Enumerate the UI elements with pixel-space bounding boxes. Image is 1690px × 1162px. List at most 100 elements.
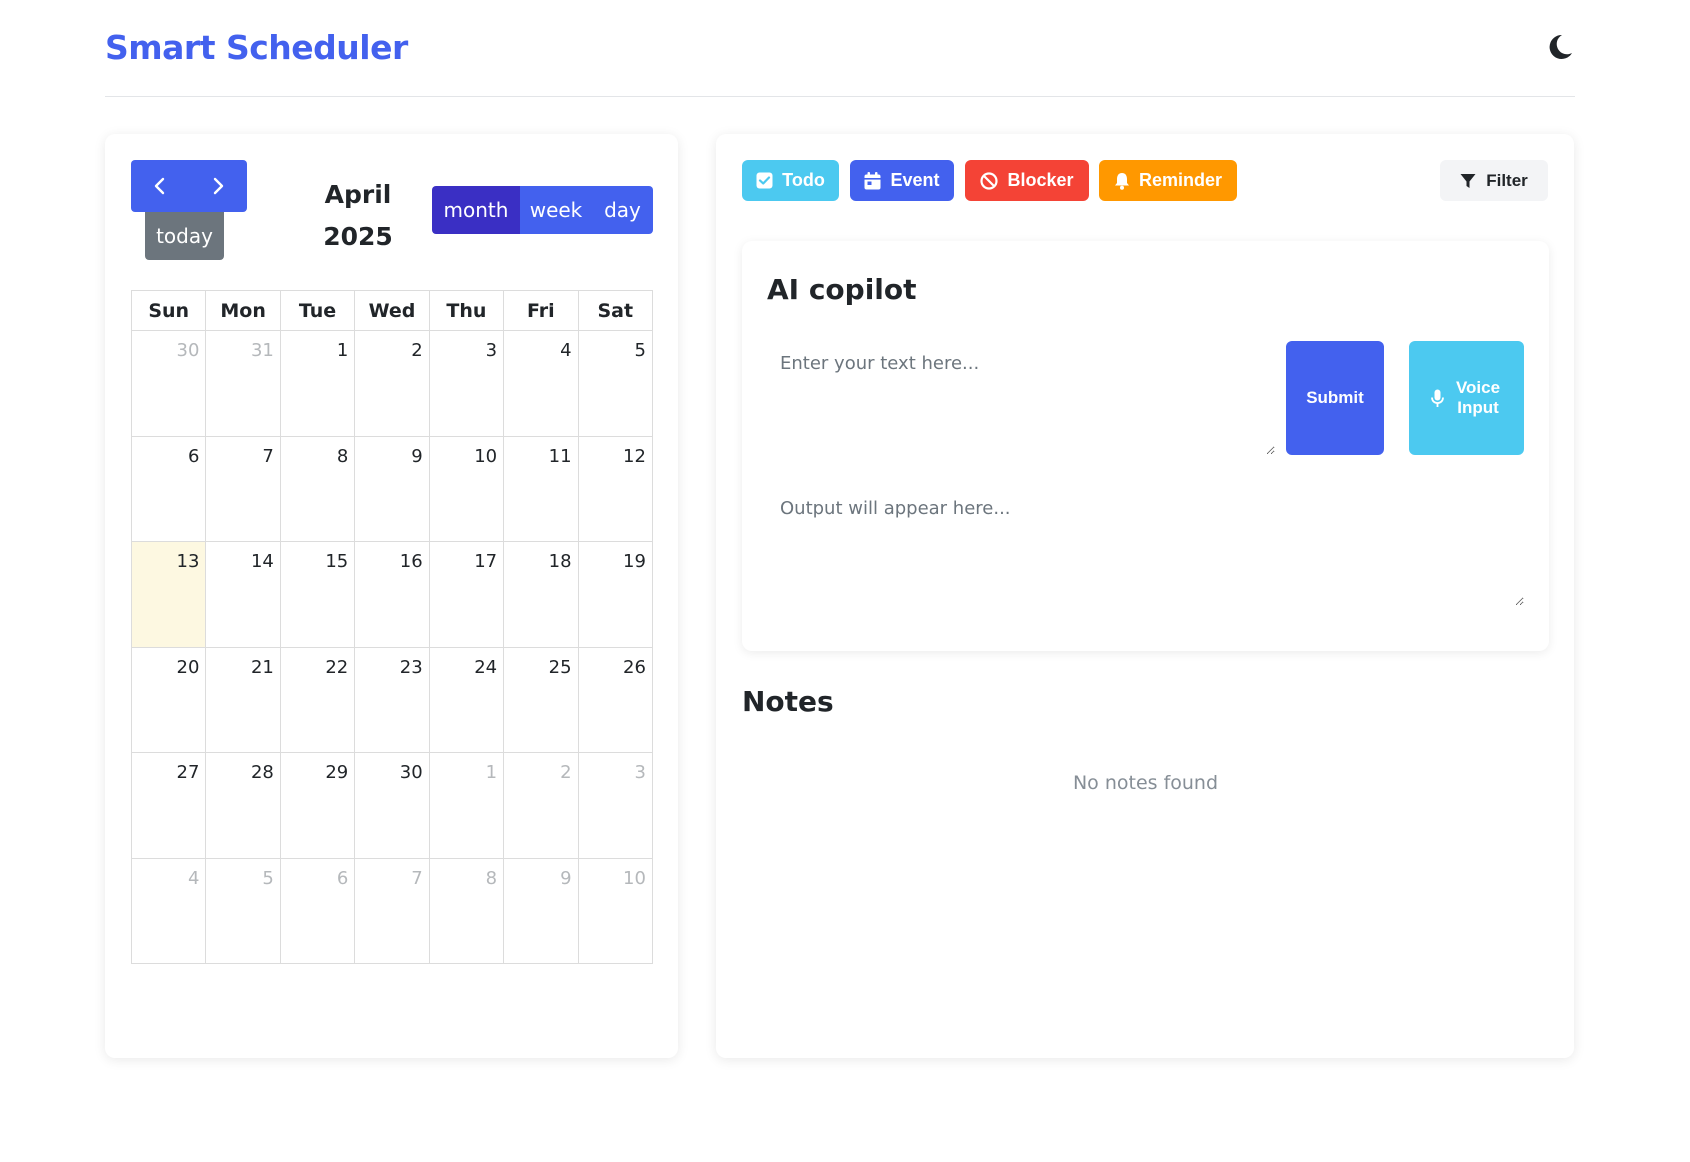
todo-button[interactable]: Todo <box>742 160 839 201</box>
prev-month-button[interactable] <box>131 160 189 212</box>
calendar-title-year: 2025 <box>323 222 393 251</box>
calendar-panel: today April 2025 month week day Sun Mon … <box>105 134 678 1058</box>
day-cell[interactable]: 14 <box>206 542 281 648</box>
day-cell[interactable]: 20 <box>132 647 207 753</box>
view-day-button[interactable]: day <box>592 186 653 234</box>
day-cell[interactable]: 6 <box>280 858 356 964</box>
view-month-button[interactable]: month <box>432 186 520 234</box>
day-cell[interactable]: 1 <box>429 753 505 859</box>
voice-input-button[interactable]: Voice Input <box>1409 341 1524 455</box>
filter-icon <box>1460 173 1476 188</box>
day-cell[interactable]: 30 <box>132 331 207 437</box>
day-cell[interactable]: 12 <box>578 436 653 542</box>
week-row: 27 28 29 30 1 2 3 <box>132 753 653 859</box>
day-cell[interactable]: 2 <box>355 331 430 437</box>
day-cell[interactable]: 2 <box>504 753 579 859</box>
day-number: 13 <box>176 551 200 572</box>
day-cell[interactable]: 8 <box>280 436 356 542</box>
day-cell[interactable]: 22 <box>280 647 356 753</box>
day-number: 10 <box>623 867 646 889</box>
chevron-left-icon <box>154 177 165 195</box>
day-number: 24 <box>474 656 498 678</box>
day-number: 8 <box>485 867 498 889</box>
day-cell[interactable]: 5 <box>206 858 281 964</box>
day-number: 4 <box>187 867 200 889</box>
weekday-header: Sat <box>578 291 653 331</box>
view-week-button[interactable]: week <box>520 186 592 234</box>
chevron-right-icon <box>213 177 224 195</box>
next-month-button[interactable] <box>189 160 247 212</box>
day-cell[interactable]: 9 <box>355 436 430 542</box>
day-cell[interactable]: 16 <box>355 542 430 648</box>
day-cell[interactable]: 3 <box>578 753 653 859</box>
day-cell-today[interactable]: 13 <box>132 542 207 648</box>
day-cell[interactable]: 17 <box>429 542 505 648</box>
day-cell[interactable]: 23 <box>355 647 430 753</box>
day-number: 25 <box>548 656 572 678</box>
day-cell[interactable]: 15 <box>280 542 356 648</box>
day-cell[interactable]: 9 <box>504 858 579 964</box>
day-cell[interactable]: 19 <box>578 542 653 648</box>
day-cell[interactable]: 21 <box>206 647 281 753</box>
day-number: 26 <box>623 656 646 678</box>
reminder-button[interactable]: Reminder <box>1099 160 1237 201</box>
day-cell[interactable]: 30 <box>355 753 430 859</box>
day-number: 9 <box>411 445 423 467</box>
day-cell[interactable]: 31 <box>206 331 281 437</box>
day-cell[interactable]: 5 <box>578 331 653 437</box>
day-cell[interactable]: 28 <box>206 753 281 859</box>
day-cell[interactable]: 10 <box>578 858 653 964</box>
blocker-button[interactable]: Blocker <box>965 160 1089 201</box>
event-button[interactable]: Event <box>850 160 954 201</box>
day-cell[interactable]: 27 <box>132 753 207 859</box>
day-cell[interactable]: 29 <box>280 753 356 859</box>
day-cell[interactable]: 7 <box>206 436 281 542</box>
day-number: 5 <box>634 340 646 361</box>
day-number: 6 <box>187 445 200 467</box>
event-label: Event <box>890 170 940 190</box>
day-cell[interactable]: 18 <box>504 542 579 648</box>
day-number: 29 <box>325 762 349 783</box>
weekday-header: Wed <box>355 291 430 331</box>
day-cell[interactable]: 7 <box>355 858 430 964</box>
submit-button[interactable]: Submit <box>1286 341 1384 455</box>
calendar-weeks: 30 31 1 2 3 4 5 6 7 8 9 10 11 12 13 14 15 16 17 18 19 20 21 22 2… <box>132 331 653 964</box>
day-number: 15 <box>325 551 349 572</box>
calendar-icon <box>864 171 881 189</box>
weekday-header: Mon <box>206 291 281 331</box>
day-cell[interactable]: 4 <box>132 858 207 964</box>
day-number: 30 <box>176 340 200 361</box>
copilot-title: AI copilot <box>767 273 917 306</box>
week-row: 4 5 6 7 8 9 10 <box>132 858 653 964</box>
day-number: 27 <box>176 762 200 783</box>
day-number: 21 <box>250 656 274 678</box>
day-cell[interactable]: 24 <box>429 647 505 753</box>
reminder-label: Reminder <box>1138 170 1223 190</box>
day-number: 1 <box>336 340 349 361</box>
day-number: 17 <box>474 551 498 572</box>
day-cell[interactable]: 4 <box>504 331 579 437</box>
day-number: 6 <box>336 867 349 889</box>
microphone-icon <box>1431 389 1444 407</box>
day-cell[interactable]: 10 <box>429 436 505 542</box>
day-cell[interactable]: 6 <box>132 436 207 542</box>
filter-button[interactable]: Filter <box>1440 160 1548 201</box>
day-number: 14 <box>250 551 274 572</box>
moon-icon[interactable] <box>1545 32 1575 62</box>
day-cell[interactable]: 8 <box>429 858 505 964</box>
voice-input-label: Voice Input <box>1455 378 1501 417</box>
today-button[interactable]: today <box>145 212 224 260</box>
day-number: 11 <box>548 445 572 467</box>
day-number: 4 <box>560 340 572 361</box>
day-cell[interactable]: 3 <box>429 331 505 437</box>
day-cell[interactable]: 26 <box>578 647 653 753</box>
day-cell[interactable]: 11 <box>504 436 579 542</box>
app-title: Smart Scheduler <box>105 28 408 67</box>
day-cell[interactable]: 1 <box>280 331 356 437</box>
copilot-output[interactable] <box>767 486 1524 606</box>
copilot-input[interactable] <box>767 341 1275 455</box>
calendar-title: April 2025 <box>321 174 395 258</box>
day-number: 7 <box>262 445 274 467</box>
main-panel: Todo Event Blocker Reminder Filter AI co… <box>716 134 1574 1058</box>
day-cell[interactable]: 25 <box>504 647 579 753</box>
